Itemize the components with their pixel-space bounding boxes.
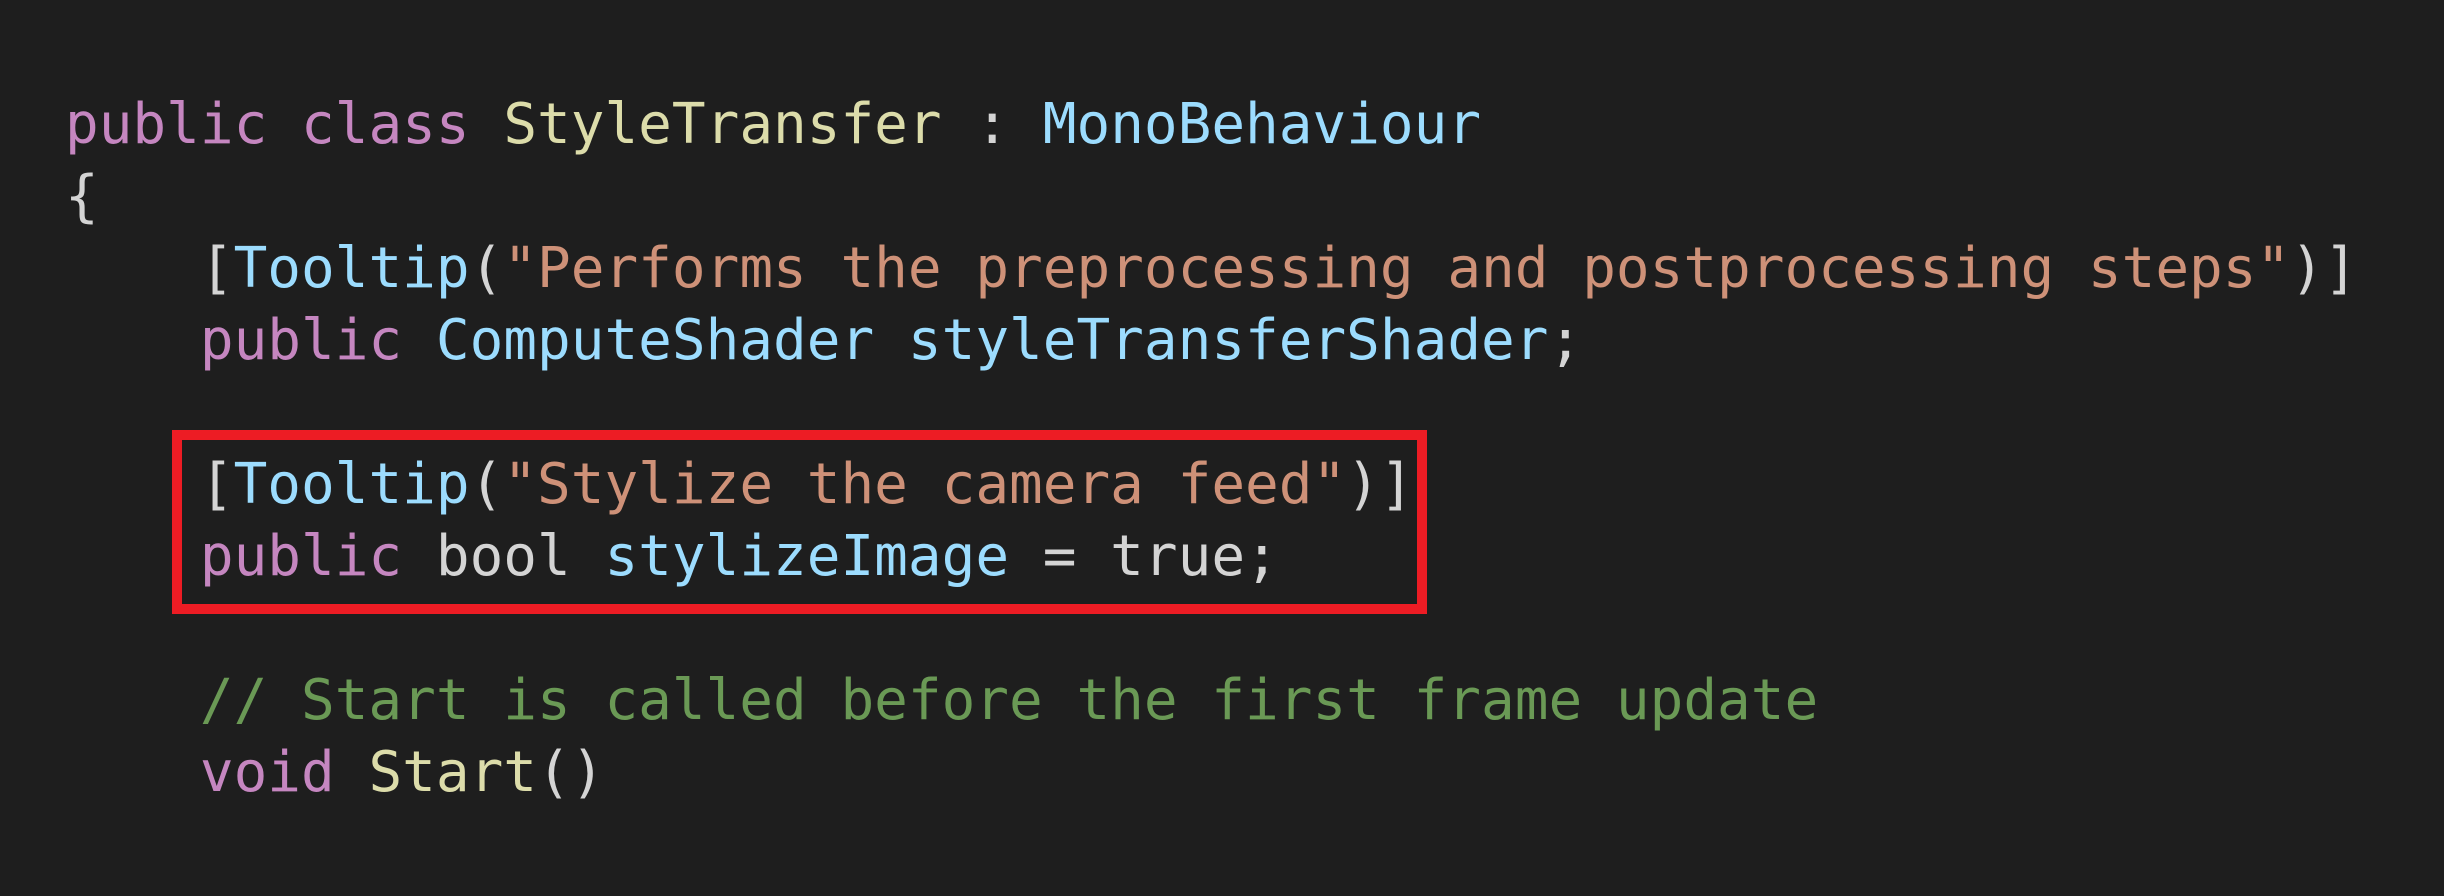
- code-line: {: [65, 161, 2358, 233]
- string-literal: "Performs the preprocessing and postproc…: [503, 236, 2291, 301]
- type-identifier: styleTransferShader: [907, 308, 1549, 373]
- punctuation: {: [65, 164, 99, 229]
- comment: // Start is called before the first fram…: [199, 668, 1819, 733]
- keyword: void: [199, 740, 335, 805]
- type-identifier: Tooltip: [233, 236, 470, 301]
- code-line: public ComputeShader styleTransferShader…: [65, 305, 2358, 377]
- class-name: Start: [368, 740, 538, 805]
- punctuation: [: [199, 236, 234, 301]
- code-text: :: [941, 92, 1043, 157]
- code-line: void Start(): [65, 737, 2358, 809]
- keyword: public: [199, 308, 403, 373]
- highlight-box: [172, 430, 1427, 614]
- keyword: public: [65, 92, 268, 157]
- punctuation: (: [469, 236, 504, 301]
- type-identifier: ComputeShader: [435, 308, 875, 373]
- class-name: StyleTransfer: [503, 92, 942, 157]
- type-identifier: MonoBehaviour: [1042, 92, 1482, 157]
- code-line: // Start is called before the first fram…: [65, 665, 2358, 737]
- code-line: [Tooltip("Performs the preprocessing and…: [65, 233, 2358, 305]
- keyword: class: [301, 92, 470, 157]
- punctuation: ;: [1548, 308, 1583, 373]
- punctuation: )]: [2290, 236, 2358, 301]
- code-line: public class StyleTransfer : MonoBehavio…: [65, 89, 2358, 161]
- punctuation: (): [537, 740, 605, 805]
